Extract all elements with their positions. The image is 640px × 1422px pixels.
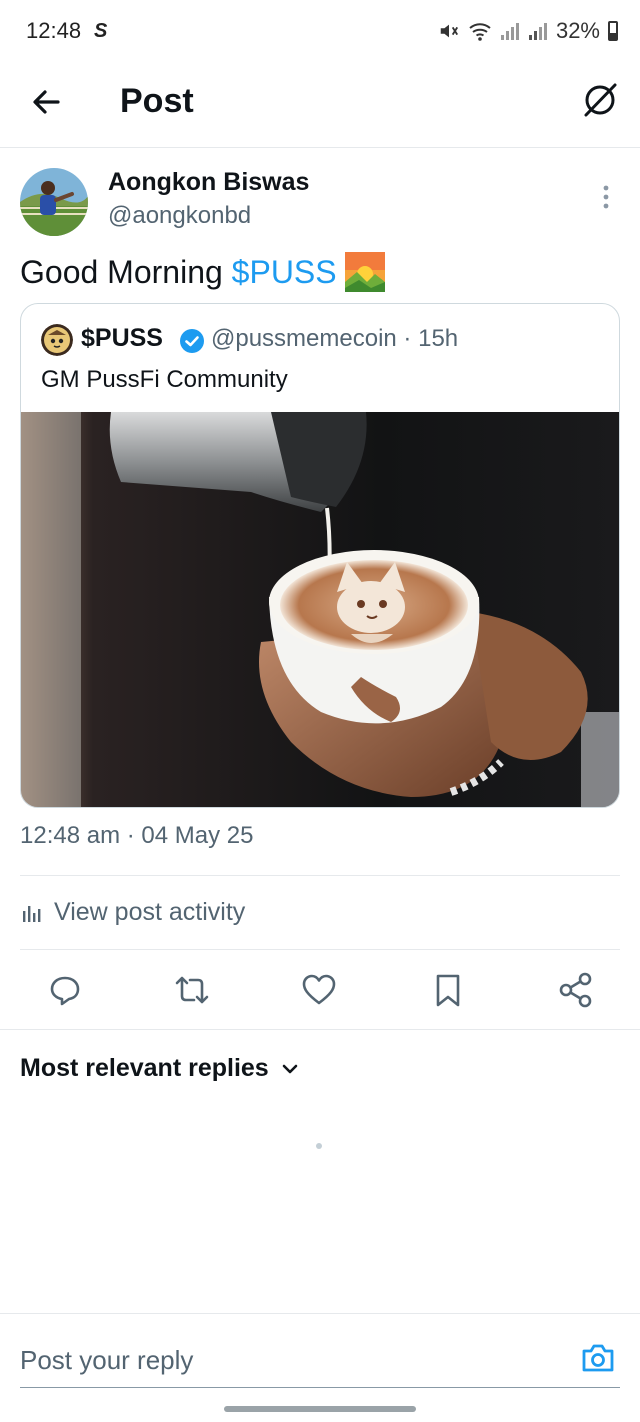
quote-author-name: $PUSS (81, 324, 163, 352)
quoted-post-card[interactable]: $PUSS @pussmemecoin · 15h GM PussFi Comm… (20, 303, 620, 808)
reply-input-underline (20, 1387, 620, 1388)
author-avatar[interactable] (20, 168, 88, 236)
quote-text: GM PussFi Community (41, 366, 288, 393)
status-time: 12:48 (26, 18, 82, 43)
status-indicators: 32% (438, 18, 618, 44)
replies-sort-label: Most relevant replies (20, 1054, 269, 1082)
bookmark-icon (436, 974, 460, 1007)
chevron-down-icon (282, 1064, 298, 1073)
share-icon (559, 972, 592, 1008)
like-button[interactable] (299, 970, 339, 1010)
camera-button[interactable] (580, 1340, 616, 1376)
grok-icon (584, 83, 617, 117)
arrow-left-icon (33, 90, 60, 114)
battery-icon (608, 21, 618, 41)
grok-button[interactable] (580, 80, 620, 120)
back-button[interactable] (26, 82, 66, 122)
camera-icon (582, 1344, 614, 1372)
analytics-icon (23, 905, 41, 922)
post-text: Good Morning $PUSS (20, 252, 385, 292)
replies-sort-dropdown[interactable]: Most relevant replies (20, 1054, 301, 1083)
reply-bar-divider (0, 1313, 640, 1314)
reply-icon (50, 976, 80, 1006)
signal-icon (500, 23, 519, 40)
mute-icon (440, 24, 458, 38)
author-handle[interactable]: @aongkonbd (108, 202, 251, 230)
view-post-activity-label: View post activity (54, 898, 246, 926)
header-divider (0, 147, 640, 148)
timestamp-divider (20, 875, 620, 876)
activity-divider (20, 949, 620, 950)
repost-button[interactable] (172, 970, 212, 1010)
page-title: Post (120, 82, 194, 120)
loading-indicator (316, 1143, 322, 1149)
author-name[interactable]: Aongkon Biswas (108, 168, 309, 197)
cashtag-link[interactable]: $PUSS (232, 254, 337, 291)
quote-handle-time: @pussmemecoin · 15h (211, 325, 459, 352)
repost-icon (175, 976, 209, 1004)
post-text-prefix: Good Morning (20, 253, 232, 290)
avatar-image (20, 168, 88, 236)
battery-percent: 32% (555, 18, 600, 43)
reply-input[interactable] (20, 1340, 560, 1380)
reply-button[interactable] (45, 970, 85, 1010)
sunrise-emoji-icon (344, 252, 385, 292)
more-vertical-icon (603, 185, 609, 209)
post-timestamp: 12:48 am · 04 May 25 (20, 822, 254, 849)
carrier-icon: S (94, 20, 108, 42)
verified-badge-icon (180, 329, 204, 353)
view-post-activity-button[interactable]: View post activity (20, 898, 245, 927)
actions-divider (0, 1029, 640, 1030)
heart-icon (302, 974, 336, 1005)
quote-avatar (41, 324, 73, 356)
latte-art-image[interactable] (21, 412, 620, 808)
home-indicator[interactable] (224, 1406, 416, 1412)
signal-icon-2 (528, 23, 547, 40)
share-button[interactable] (556, 970, 596, 1010)
more-options-button[interactable] (596, 182, 616, 212)
cat-avatar-icon (41, 324, 73, 356)
wifi-icon (469, 23, 491, 41)
bookmark-button[interactable] (428, 970, 468, 1010)
